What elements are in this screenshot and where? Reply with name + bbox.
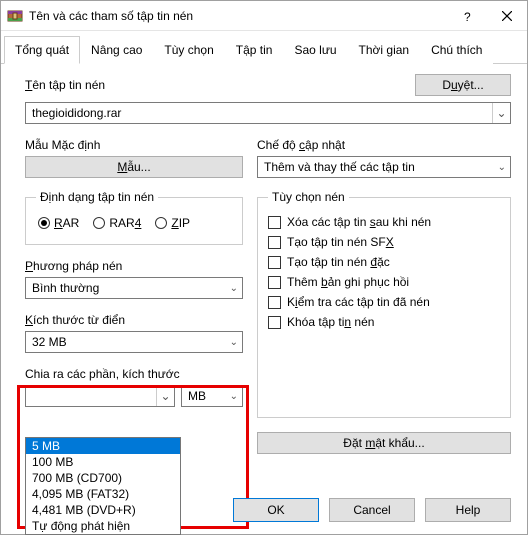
radio-rar4[interactable]: RAR4 [93,216,141,230]
app-icon [7,8,23,24]
dropdown-item[interactable]: 5 MB [26,438,180,454]
split-size-input[interactable]: ⌄ [25,385,175,407]
format-legend: Định dạng tập tin nén [36,190,158,204]
chevron-down-icon: ⌄ [498,162,506,173]
tab-options[interactable]: Tùy chọn [153,36,224,64]
tab-comment[interactable]: Chú thích [420,36,493,64]
chevron-down-icon: ⌄ [230,283,238,294]
chk-test[interactable]: Kiểm tra các tập tin đã nén [268,292,500,312]
cancel-button[interactable]: Cancel [329,498,415,522]
archive-name-label: Tên tập tin nén [25,78,407,92]
chevron-down-icon: ⌄ [230,391,238,402]
set-password-button[interactable]: Đặt mật khẩu... [257,432,511,454]
chevron-down-icon[interactable]: ⌄ [156,386,174,406]
chk-delete-after[interactable]: Xóa các tập tin sau khi nén [268,212,500,232]
update-mode-select[interactable]: Thêm và thay thế các tập tin ⌄ [257,156,511,178]
tab-advanced[interactable]: Nâng cao [80,36,153,64]
chevron-down-icon: ⌄ [230,337,238,348]
ok-button[interactable]: OK [233,498,319,522]
chk-solid[interactable]: Tạo tập tin nén đặc [268,252,500,272]
tab-time[interactable]: Thời gian [348,36,421,64]
dropdown-item[interactable]: 4,095 MB (FAT32) [26,486,180,502]
window-title: Tên và các tham số tập tin nén [29,9,447,23]
close-button[interactable] [487,1,527,31]
split-unit-value: MB [188,389,206,403]
dict-select[interactable]: 32 MB ⌄ [25,331,243,353]
options-legend: Tùy chọn nén [268,190,349,204]
update-mode-label: Chế độ cập nhật [257,138,511,152]
archive-name-input[interactable]: ⌄ [25,102,511,124]
tab-backup[interactable]: Sao lưu [283,36,347,64]
chk-sfx[interactable]: Tạo tập tin nén SFX [268,232,500,252]
format-group: Định dạng tập tin nén RAR RAR4 ZIP [25,190,243,245]
chevron-down-icon[interactable]: ⌄ [492,103,510,123]
radio-zip[interactable]: ZIP [155,216,190,230]
chk-recovery[interactable]: Thêm bản ghi phục hồi [268,272,500,292]
svg-text:?: ? [464,10,471,23]
dict-label: Kích thước từ điển [25,313,243,327]
dropdown-item[interactable]: Tự động phát hiện [26,518,180,534]
dropdown-item[interactable]: 4,481 MB (DVD+R) [26,502,180,518]
split-label: Chia ra các phần, kích thước [25,367,243,381]
profile-label: Mẫu Mặc định [25,138,243,152]
tab-general[interactable]: Tổng quát [4,36,80,64]
tab-bar: Tổng quát Nâng cao Tùy chọn Tập tin Sao … [1,31,527,64]
profiles-button[interactable]: Mẫu... [25,156,243,178]
dialog-footer: OK Cancel Help [233,498,511,522]
dropdown-item[interactable]: 100 MB [26,454,180,470]
dict-value: 32 MB [32,335,67,349]
split-unit-select[interactable]: MB ⌄ [181,385,243,407]
method-value: Bình thường [32,281,99,295]
help-button-footer[interactable]: Help [425,498,511,522]
update-mode-value: Thêm và thay thế các tập tin [264,160,415,174]
method-label: Phương pháp nén [25,259,243,273]
tab-files[interactable]: Tập tin [225,36,284,64]
options-group: Tùy chọn nén Xóa các tập tin sau khi nén… [257,190,511,418]
split-size-dropdown[interactable]: 5 MB 100 MB 700 MB (CD700) 4,095 MB (FAT… [25,437,181,535]
split-size-field[interactable] [26,387,156,405]
dropdown-item[interactable]: 700 MB (CD700) [26,470,180,486]
chk-lock[interactable]: Khóa tập tin nén [268,312,500,332]
archive-name-field[interactable] [26,104,492,122]
help-button[interactable]: ? [447,1,487,31]
titlebar: Tên và các tham số tập tin nén ? [1,1,527,31]
browse-button[interactable]: Duyệt... [415,74,511,96]
radio-rar[interactable]: RAR [38,216,79,230]
method-select[interactable]: Bình thường ⌄ [25,277,243,299]
